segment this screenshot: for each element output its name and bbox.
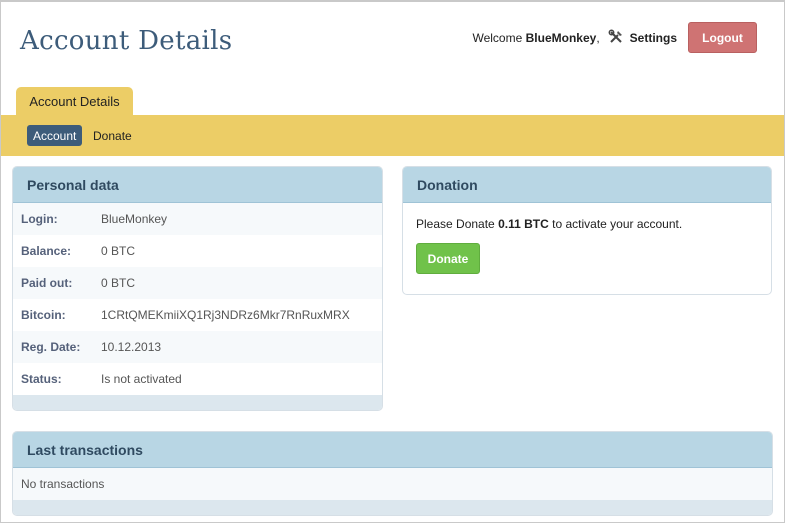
row-key: Login: — [21, 212, 58, 226]
donation-text-before: Please Donate — [416, 217, 495, 231]
row-login: Login: BlueMonkey — [13, 203, 382, 235]
row-value: Is not activated — [101, 372, 182, 386]
row-key: Bitcoin: — [21, 308, 66, 322]
welcome-suffix: , — [596, 31, 600, 45]
tools-icon — [608, 29, 630, 48]
transactions-empty: No transactions — [13, 468, 772, 500]
donation-body: Please Donate 0.11 BTC to activate your … — [403, 203, 771, 288]
logout-button[interactable]: Logout — [688, 22, 757, 53]
subnav-account[interactable]: Account — [27, 125, 83, 146]
transactions-panel: Last transactions No transactions — [12, 431, 773, 516]
donation-text-after: to activate your account. — [552, 217, 683, 231]
row-bitcoin: Bitcoin: 1CRtQMEKmiiXQ1Rj3NDRz6Mkr7RnRux… — [13, 299, 382, 331]
row-value: BlueMonkey — [101, 212, 168, 226]
donation-panel: Donation Please Donate 0.11 BTC to activ… — [402, 166, 772, 295]
row-balance: Balance: 0 BTC — [13, 235, 382, 267]
row-key: Reg. Date: — [21, 340, 81, 354]
settings-label: Settings — [629, 31, 677, 45]
row-reg-date: Reg. Date: 10.12.2013 — [13, 331, 382, 363]
user-bar: Welcome BlueMonkey, Settings — [472, 29, 677, 47]
subnav-donate[interactable]: Donate — [93, 129, 132, 143]
welcome-prefix: Welcome — [472, 31, 523, 45]
transactions-title: Last transactions — [13, 432, 772, 468]
row-value: 0 BTC — [101, 244, 136, 258]
row-value: 1CRtQMEKmiiXQ1Rj3NDRz6Mkr7RnRuxMRX — [101, 308, 350, 322]
donation-title: Donation — [403, 167, 771, 203]
panel-footer — [13, 500, 772, 515]
donation-amount: 0.11 BTC — [498, 217, 549, 231]
username: BlueMonkey — [525, 31, 597, 45]
row-status: Status: Is not activated — [13, 363, 382, 395]
row-value: 10.12.2013 — [101, 340, 162, 354]
donation-message: Please Donate 0.11 BTC to activate your … — [416, 217, 758, 231]
row-paid-out: Paid out: 0 BTC — [13, 267, 382, 299]
row-key: Balance: — [21, 244, 72, 258]
row-key: Status: — [21, 372, 62, 386]
panel-footer — [13, 395, 382, 410]
personal-data-title: Personal data — [13, 167, 382, 203]
welcome-text: Welcome BlueMonkey, — [472, 31, 599, 45]
sub-navigation: Account Donate — [1, 115, 784, 156]
tab-account-details[interactable]: Account Details — [16, 87, 133, 116]
donate-button[interactable]: Donate — [416, 243, 480, 274]
row-key: Paid out: — [21, 276, 73, 290]
settings-link[interactable]: Settings — [608, 29, 677, 48]
row-value: 0 BTC — [101, 276, 136, 290]
page-title: Account Details — [20, 26, 233, 56]
personal-data-panel: Personal data Login: BlueMonkey Balance:… — [12, 166, 383, 411]
